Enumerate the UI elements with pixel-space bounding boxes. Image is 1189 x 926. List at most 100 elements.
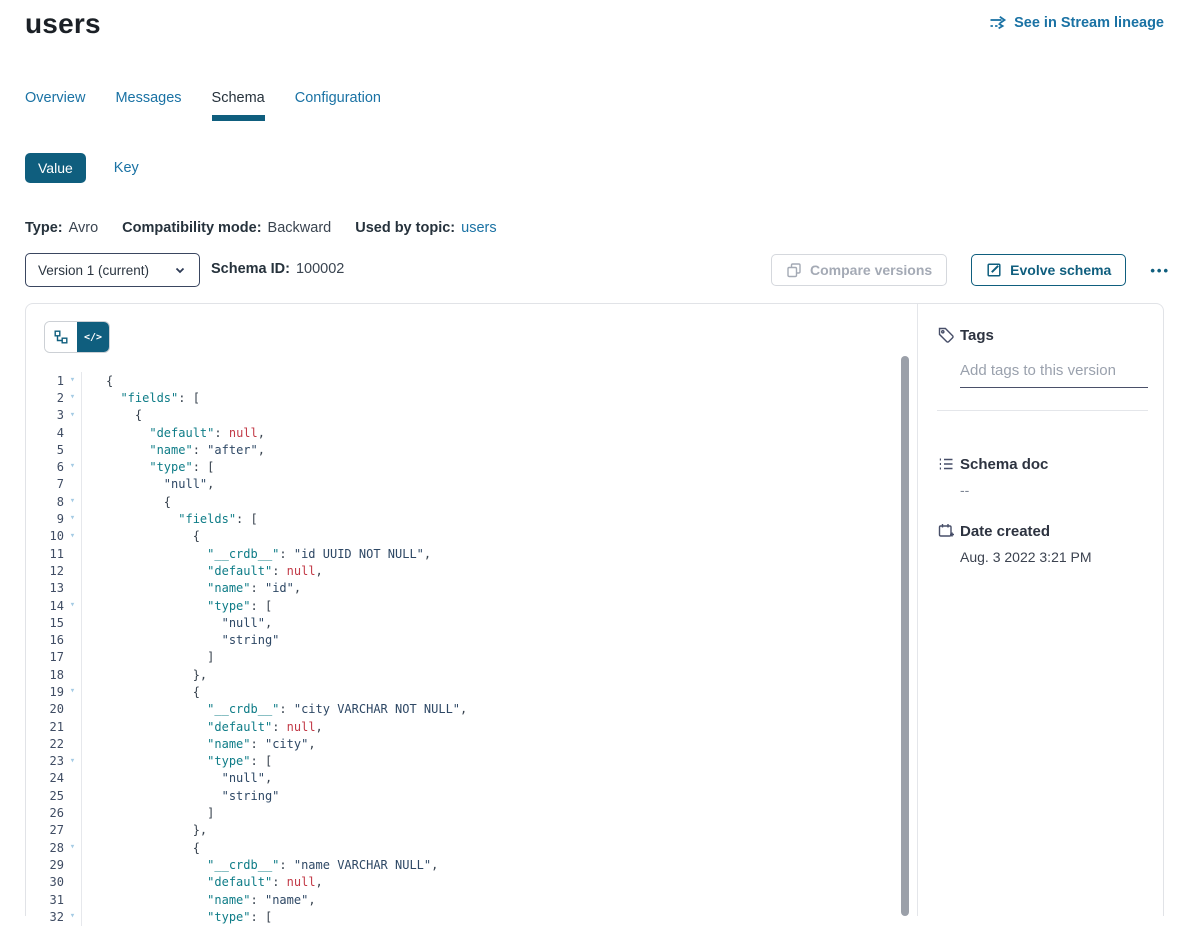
schema-doc-title: Schema doc — [960, 456, 1048, 473]
code-line: 27 }, — [26, 822, 902, 839]
fold-spacer — [64, 891, 82, 908]
code-text: "fields": [ — [82, 391, 200, 405]
code-line: 25 "string" — [26, 787, 902, 804]
code-line: 10▾ { — [26, 528, 902, 545]
tab-messages[interactable]: Messages — [115, 90, 181, 121]
code-line: 7 "null", — [26, 476, 902, 493]
line-number: 7 — [26, 477, 64, 491]
fold-spacer — [64, 804, 82, 821]
code-text: "type": [ — [82, 460, 214, 474]
fold-toggle-icon[interactable]: ▾ — [64, 908, 82, 925]
fold-toggle-icon[interactable]: ▾ — [64, 407, 82, 424]
line-number: 26 — [26, 806, 64, 820]
code-text: "string" — [82, 633, 279, 647]
code-text: "__crdb__": "id UUID NOT NULL", — [82, 547, 431, 561]
fold-toggle-icon[interactable]: ▾ — [64, 372, 82, 389]
fold-toggle-icon[interactable]: ▾ — [64, 753, 82, 770]
fold-spacer — [64, 441, 82, 458]
fold-toggle-icon[interactable]: ▾ — [64, 510, 82, 527]
schema-code-editor: </> 1▾{2▾ "fields": [3▾ {4 "default": nu… — [26, 304, 918, 916]
code-line: 22 "name": "city", — [26, 735, 902, 752]
meta-item: Type:Avro — [25, 220, 98, 236]
line-number: 12 — [26, 564, 64, 578]
line-number: 10 — [26, 529, 64, 543]
line-number: 16 — [26, 633, 64, 647]
chevron-down-icon — [173, 263, 187, 277]
fold-spacer — [64, 580, 82, 597]
line-number: 32 — [26, 910, 64, 924]
list-icon — [937, 455, 955, 473]
value-tab-button[interactable]: Value — [25, 153, 86, 183]
line-number: 2 — [26, 391, 64, 405]
meta-item: Compatibility mode:Backward — [122, 220, 331, 236]
meta-label: Used by topic: — [355, 220, 455, 236]
meta-label: Compatibility mode: — [122, 220, 261, 236]
schema-id-label: Schema ID: — [211, 261, 290, 277]
code-text: ] — [82, 806, 214, 820]
meta-value-link[interactable]: users — [461, 220, 496, 236]
version-select[interactable]: Version 1 (current) — [25, 253, 200, 287]
code-text: "name": "name", — [82, 893, 316, 907]
tab-overview[interactable]: Overview — [25, 90, 85, 121]
code-line: 16 "string" — [26, 631, 902, 648]
fold-spacer — [64, 649, 82, 666]
code-text: "name": "after", — [82, 443, 265, 457]
line-number: 30 — [26, 875, 64, 889]
line-number: 9 — [26, 512, 64, 526]
tree-view-button[interactable] — [45, 322, 77, 352]
code-line: 18 }, — [26, 666, 902, 683]
code-text: { — [82, 374, 113, 388]
schema-id-value: 100002 — [296, 261, 344, 277]
fold-toggle-icon[interactable]: ▾ — [64, 458, 82, 475]
code-view-button[interactable]: </> — [77, 322, 109, 352]
key-tab-button[interactable]: Key — [114, 160, 139, 176]
fold-toggle-icon[interactable]: ▾ — [64, 528, 82, 545]
more-options-button[interactable]: ••• — [1150, 263, 1170, 278]
fold-spacer — [64, 856, 82, 873]
line-number: 4 — [26, 426, 64, 440]
tags-title: Tags — [960, 327, 994, 344]
line-number: 27 — [26, 823, 64, 837]
fold-spacer — [64, 701, 82, 718]
fold-toggle-icon[interactable]: ▾ — [64, 389, 82, 406]
fold-spacer — [64, 822, 82, 839]
editor-scrollbar[interactable] — [901, 356, 909, 916]
code-line: 26 ] — [26, 804, 902, 821]
code-line: 30 "default": null, — [26, 874, 902, 891]
code-line: 13 "name": "id", — [26, 580, 902, 597]
tree-view-icon — [53, 329, 69, 345]
fold-spacer — [64, 666, 82, 683]
compare-versions-button[interactable]: Compare versions — [771, 254, 947, 286]
fold-toggle-icon[interactable]: ▾ — [64, 839, 82, 856]
code-line: 21 "default": null, — [26, 718, 902, 735]
line-number: 15 — [26, 616, 64, 630]
tags-input[interactable] — [960, 358, 1148, 388]
fold-spacer — [64, 545, 82, 562]
value-key-toggle: Value Key — [25, 153, 139, 183]
meta-value: Avro — [69, 220, 99, 236]
code-line: 29 "__crdb__": "name VARCHAR NULL", — [26, 856, 902, 873]
compare-versions-label: Compare versions — [810, 262, 932, 278]
version-select-value: Version 1 (current) — [38, 263, 149, 278]
line-number: 19 — [26, 685, 64, 699]
fold-toggle-icon[interactable]: ▾ — [64, 493, 82, 510]
code-text: "null", — [82, 477, 214, 491]
code-text: }, — [82, 823, 207, 837]
schema-doc-value: -- — [960, 482, 1148, 498]
tags-section-header: Tags — [937, 326, 1148, 344]
schema-sidebar: Tags Schema doc -- — [917, 304, 1163, 916]
fold-toggle-icon[interactable]: ▾ — [64, 683, 82, 700]
line-number: 14 — [26, 599, 64, 613]
evolve-schema-button[interactable]: Evolve schema — [971, 254, 1126, 286]
stream-lineage-link[interactable]: See in Stream lineage — [989, 15, 1164, 31]
code-line: 8▾ { — [26, 493, 902, 510]
code-line: 2▾ "fields": [ — [26, 389, 902, 406]
evolve-schema-label: Evolve schema — [1010, 262, 1111, 278]
code-text: }, — [82, 668, 207, 682]
tab-configuration[interactable]: Configuration — [295, 90, 381, 121]
code-text: { — [82, 495, 171, 509]
tab-schema[interactable]: Schema — [212, 90, 265, 121]
fold-toggle-icon[interactable]: ▾ — [64, 597, 82, 614]
code-line: 24 "null", — [26, 770, 902, 787]
code-text: { — [82, 408, 142, 422]
